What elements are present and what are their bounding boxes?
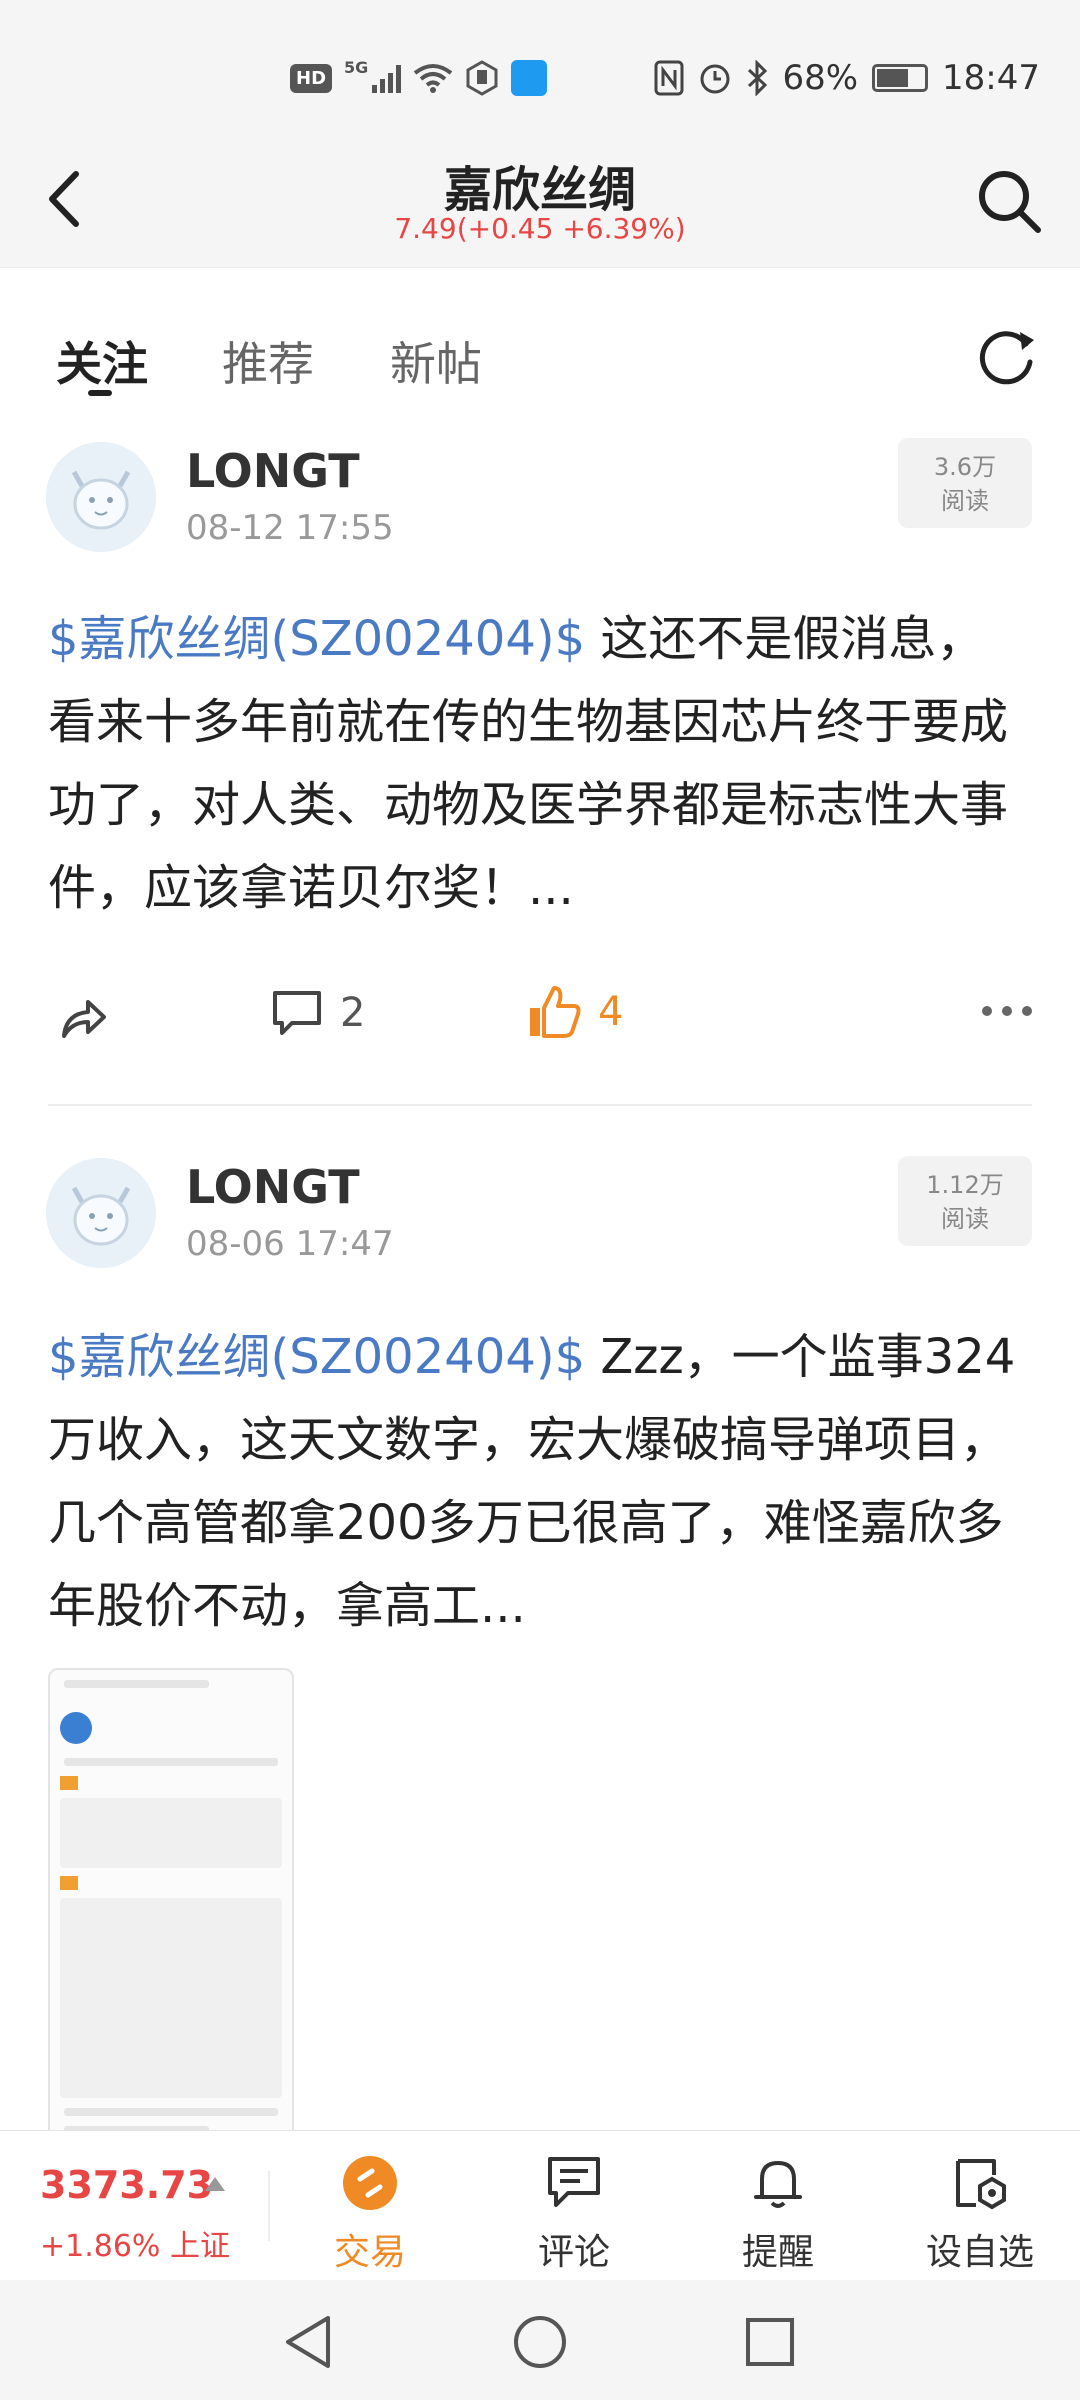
trade-label: 交易 [333,2232,406,2273]
stock-quote: 7.49(+0.45 +6.39%) [394,212,686,245]
share-icon[interactable] [58,992,110,1042]
bottom-toolbar: 3373.73 +1.86% 上证 交易 评论 提醒 设自选 [0,2130,1080,2280]
tab-following[interactable]: 关注 [56,328,148,394]
read-count: 1.12万 [926,1171,1004,1199]
post-time: 08-12 17:55 [186,508,394,548]
network-type: 5G [344,58,369,77]
stock-header: 嘉欣丝绸 7.49(+0.45 +6.39%) [0,140,1080,268]
battery-percent: 68% [782,58,859,98]
like-count: 4 [598,989,624,1035]
toolbar-divider [268,2171,270,2241]
system-nav-bar [0,2280,1080,2400]
post-content[interactable]: $嘉欣丝绸(SZ002404)$ Zzz，一个监事324万收入，这天文数字，宏大… [48,1316,1032,1648]
refresh-icon[interactable] [976,324,1040,388]
hand-icon [466,60,498,96]
comment-button[interactable]: 2 [270,988,365,1038]
post-username[interactable]: LONGT [186,1160,360,1214]
add-watchlist-label: 设自选 [925,2232,1034,2273]
bell-icon [754,2161,802,2208]
post-time: 08-06 17:47 [186,1224,394,1264]
wifi-icon [414,64,453,93]
alert-label: 提醒 [741,2232,814,2273]
nav-recents-icon[interactable] [744,2316,796,2368]
post-content[interactable]: $嘉欣丝绸(SZ002404)$ 这还不是假消息，看来十多年前就在传的生物基因芯… [48,598,1032,930]
trade-icon [343,2156,397,2210]
battery-icon [872,64,929,92]
add-watchlist-icon [956,2159,1006,2210]
feed-tabs: 关注 推荐 新帖 [0,290,1080,410]
add-watchlist-button[interactable]: 设自选 [910,2153,1050,2275]
read-label: 阅读 [941,1205,989,1233]
post-divider [48,1104,1032,1106]
alert-button[interactable]: 提醒 [708,2153,848,2275]
index-value[interactable]: 3373.73 [40,2163,213,2207]
post-username[interactable]: LONGT [186,444,360,498]
avatar[interactable] [46,1158,156,1268]
comment-icon [548,2157,600,2207]
trade-button[interactable]: 交易 [300,2153,440,2275]
stock-link[interactable]: $嘉欣丝绸(SZ002404)$ [48,611,585,667]
nfc-icon [654,60,684,96]
index-change[interactable]: +1.86% 上证 [40,2221,230,2265]
comment-icon [273,991,321,1035]
index-arrow-icon [205,2177,225,2191]
like-button[interactable]: 4 [526,984,623,1040]
read-count-badge: 1.12万 阅读 [898,1156,1032,1246]
bluetooth-icon [748,60,768,96]
tab-new-posts[interactable]: 新帖 [390,328,482,394]
comment-tab-label: 评论 [537,2232,610,2273]
thumbs-up-icon [530,986,581,1038]
clock: 18:47 [942,58,1040,98]
comment-tab-button[interactable]: 评论 [504,2153,644,2275]
page-title: 嘉欣丝绸 [443,162,636,218]
signal-icon [372,63,402,93]
hd-indicator: HD [290,63,333,93]
nav-back-icon[interactable] [282,2314,334,2370]
active-tab-indicator [88,390,112,396]
post-actions: 2 4 [0,978,1080,1058]
post-image-thumbnail[interactable] [48,1668,294,2142]
read-label: 阅读 [941,487,989,515]
alarm-icon [700,64,730,94]
tab-recommended[interactable]: 推荐 [222,328,314,394]
app-notification-icon [511,60,548,96]
comment-count: 2 [340,990,366,1036]
avatar[interactable] [46,442,156,552]
nav-home-icon[interactable] [512,2314,568,2370]
read-count: 3.6万 [933,453,997,481]
status-bar: HD 5G 68% 18:47 [0,0,1080,140]
stock-link[interactable]: $嘉欣丝绸(SZ002404)$ [48,1329,585,1385]
more-options-icon[interactable] [982,1006,1032,1016]
search-icon[interactable] [974,166,1044,236]
read-count-badge: 3.6万 阅读 [898,438,1032,528]
